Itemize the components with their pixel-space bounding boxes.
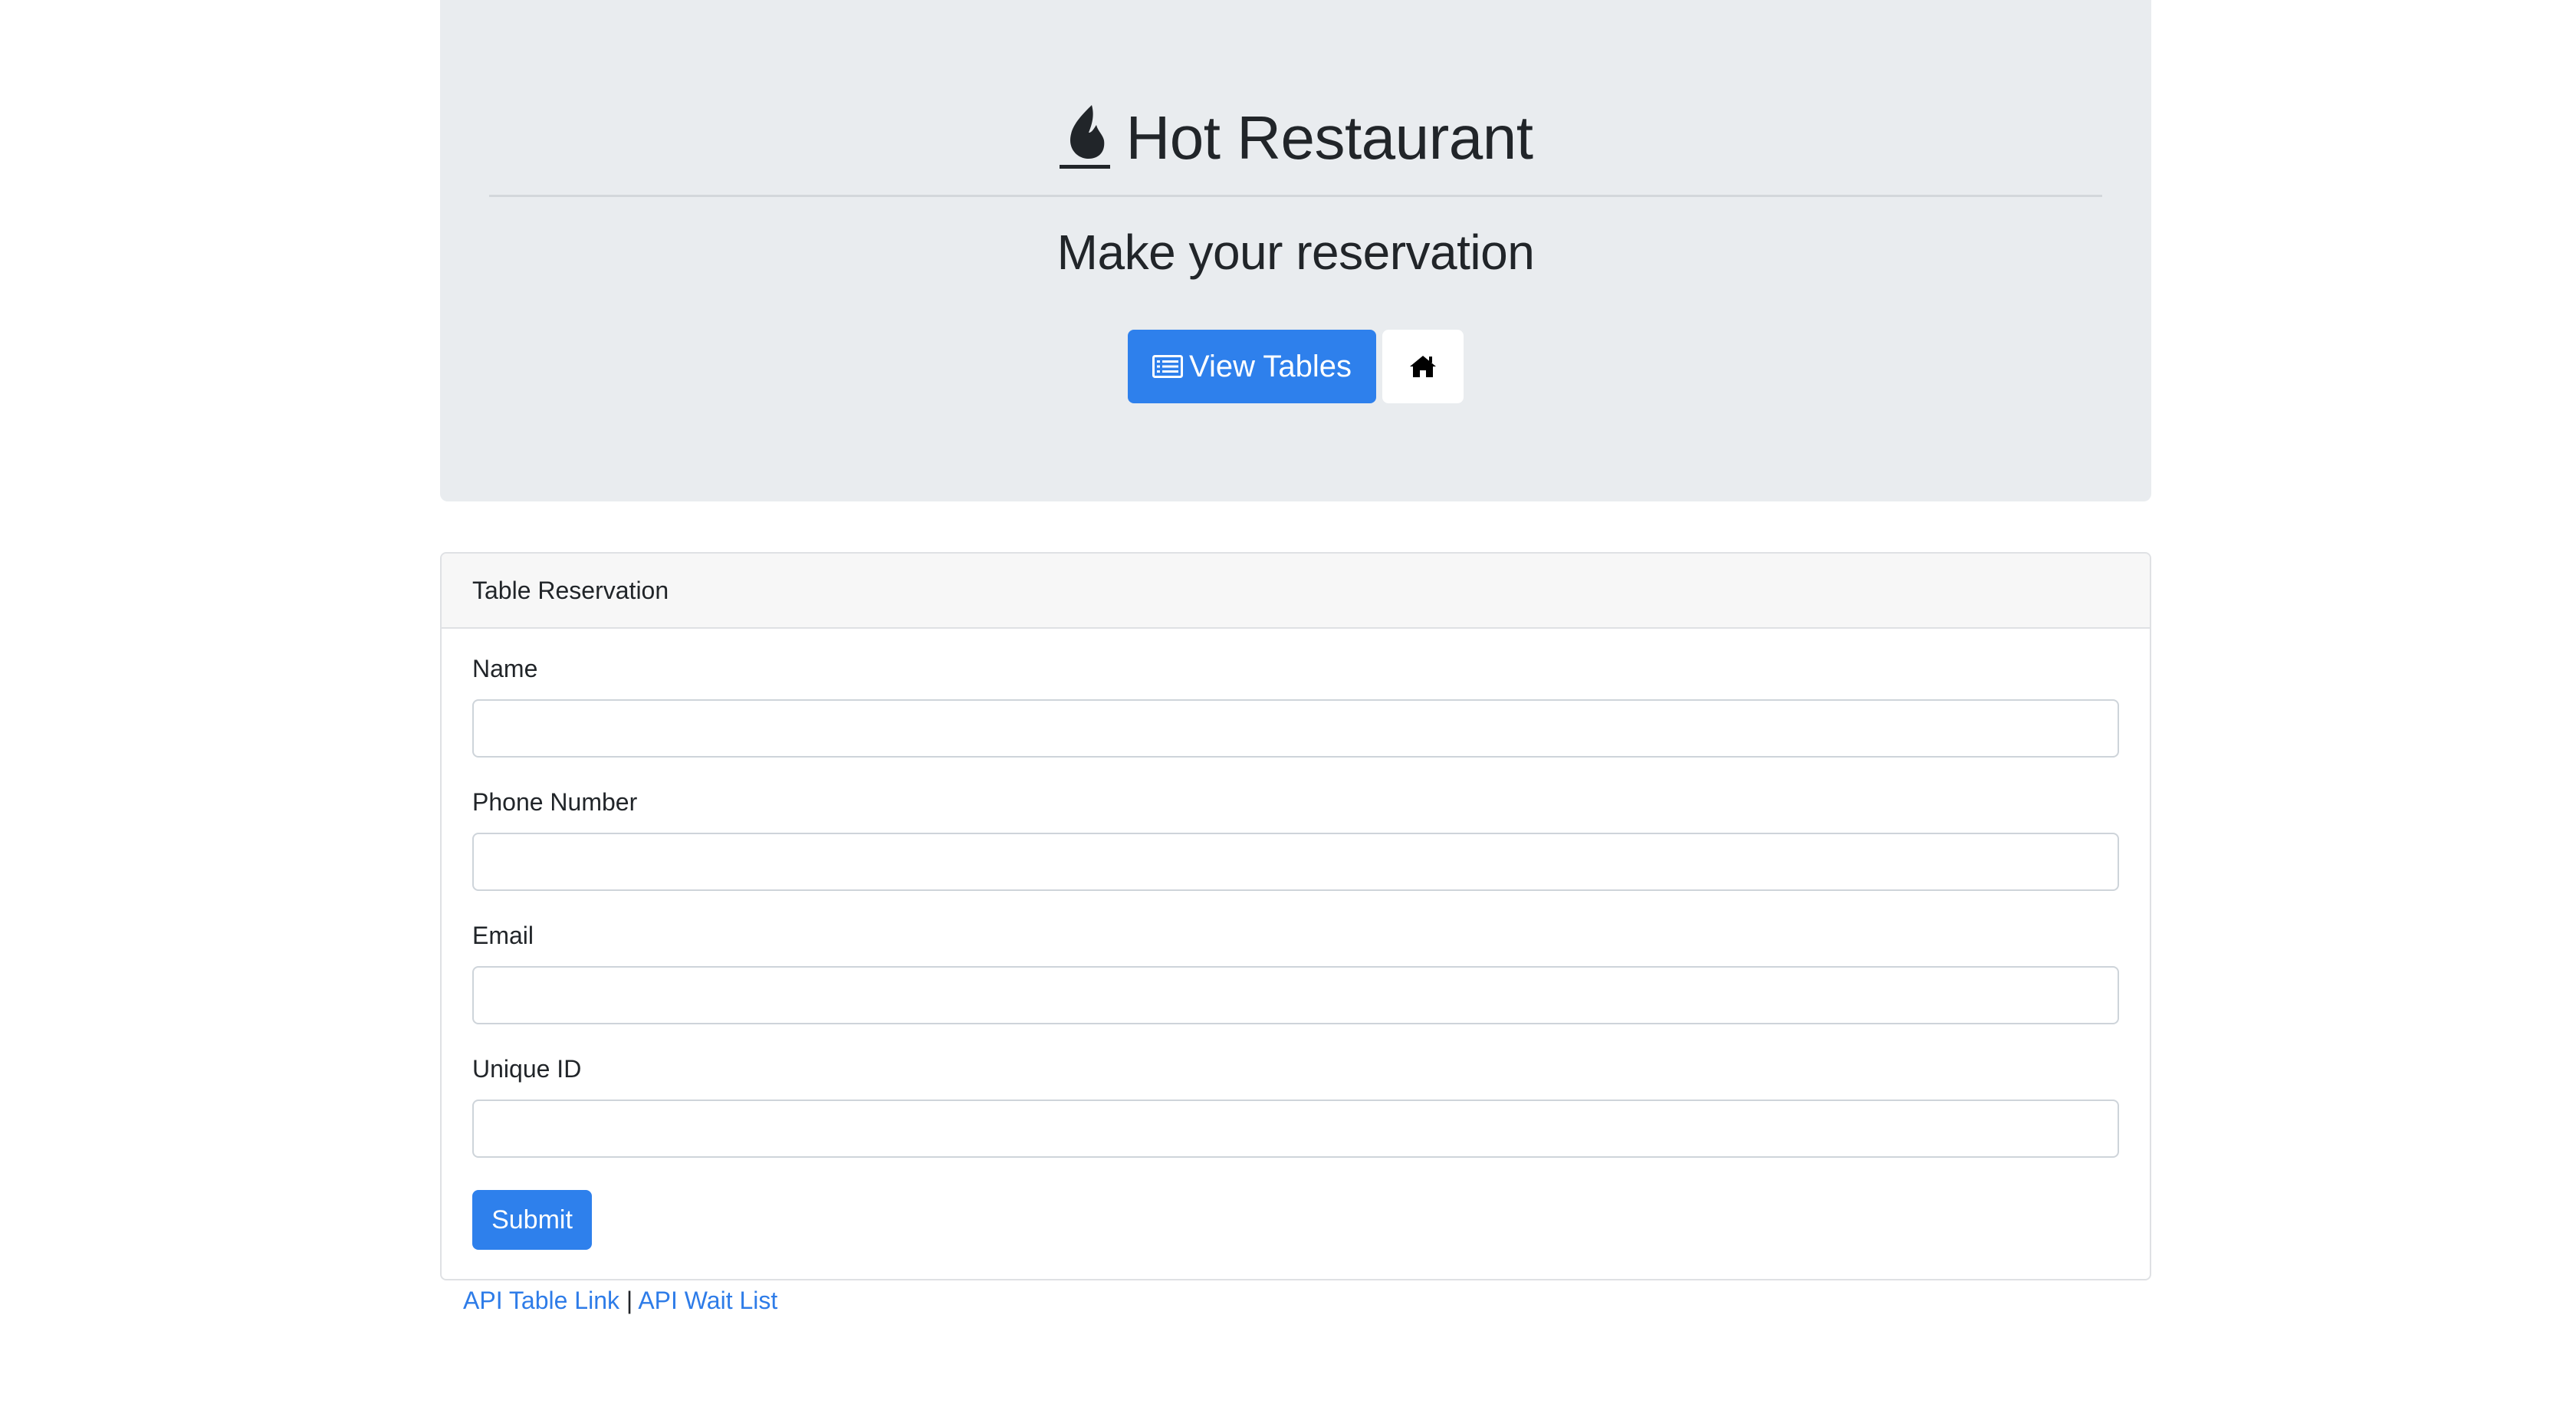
reservation-card: Table Reservation Name Phone Number Emai…	[440, 552, 2151, 1280]
jumbotron: Hot Restaurant Make your reservation Vie…	[440, 0, 2151, 501]
email-label: Email	[472, 922, 534, 949]
fire-icon	[1060, 105, 1111, 169]
api-wait-list-link[interactable]: API Wait List	[638, 1287, 777, 1314]
email-input[interactable]	[472, 966, 2119, 1024]
name-input[interactable]	[472, 699, 2119, 758]
name-label: Name	[472, 655, 538, 682]
view-tables-label: View Tables	[1189, 349, 1352, 383]
footer-separator: |	[626, 1287, 633, 1314]
footer-links: API Table Link | API Wait List	[463, 1284, 777, 1317]
view-tables-button[interactable]: View Tables	[1128, 330, 1376, 403]
api-table-link[interactable]: API Table Link	[463, 1287, 619, 1314]
submit-button[interactable]: Submit	[472, 1190, 592, 1250]
header-buttons: View Tables	[440, 330, 2151, 403]
phone-input[interactable]	[472, 833, 2119, 891]
phone-label: Phone Number	[472, 788, 638, 816]
email-group: Email	[472, 920, 2119, 1024]
unique-id-group: Unique ID	[472, 1053, 2119, 1158]
page-title: Hot Restaurant	[1125, 104, 1533, 172]
list-icon	[1152, 355, 1183, 378]
card-header: Table Reservation	[442, 554, 2150, 629]
unique-id-input[interactable]	[472, 1100, 2119, 1158]
name-group: Name	[472, 653, 2119, 758]
page-subtitle: Make your reservation	[1056, 225, 1535, 280]
phone-group: Phone Number	[472, 787, 2119, 891]
home-button[interactable]	[1382, 330, 1464, 403]
divider	[489, 195, 2102, 197]
brand: Hot Restaurant	[440, 100, 2151, 176]
page-container: Hot Restaurant Make your reservation Vie…	[440, 0, 2151, 1314]
home-icon	[1410, 356, 1436, 377]
unique-id-label: Unique ID	[472, 1055, 582, 1083]
